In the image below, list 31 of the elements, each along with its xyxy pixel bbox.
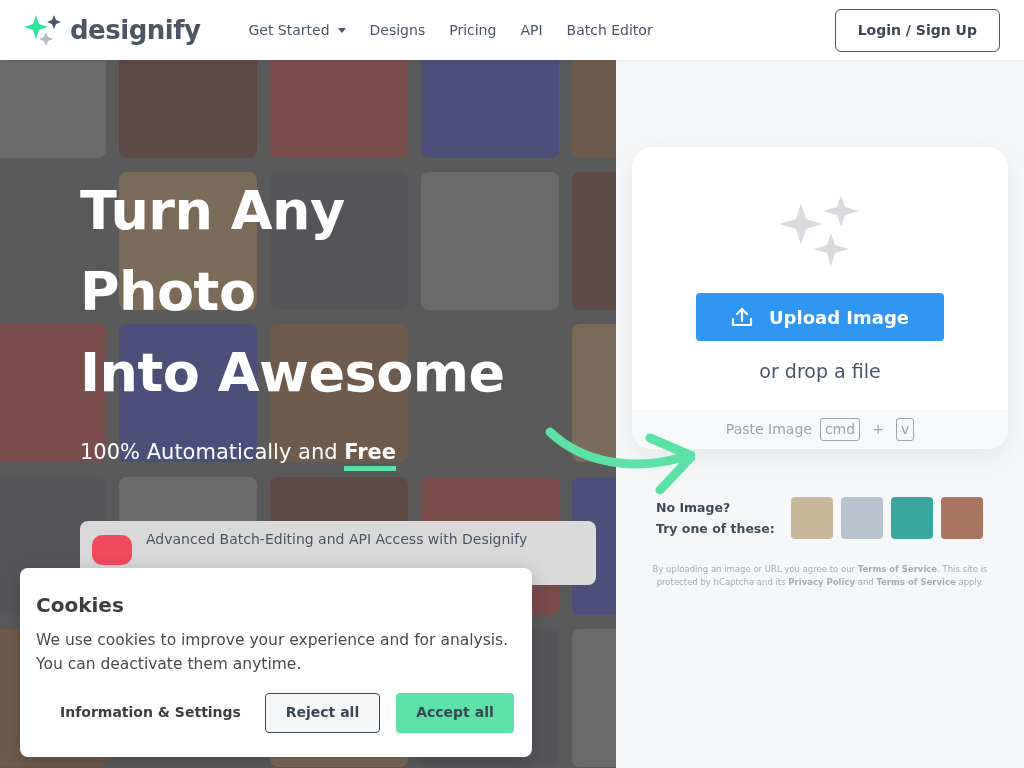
plus-sign: +	[872, 419, 884, 439]
hero-title-line: Turn Any	[80, 178, 346, 244]
logo-wordmark[interactable]: designify	[70, 10, 201, 50]
settings-link[interactable]: Information & Settings	[52, 692, 249, 733]
login-button[interactable]: Login / Sign Up	[834, 8, 1000, 52]
hero-title-line: Photo	[80, 259, 257, 325]
sparkle-logo-icon	[24, 13, 62, 47]
nav-link[interactable]: API	[520, 19, 543, 41]
sample-prompt: No Image? Try one of these:	[656, 498, 775, 538]
nav-link[interactable]: Pricing	[449, 19, 497, 41]
nav-link[interactable]: Get Started	[248, 19, 346, 41]
sample-photo-thumbnail[interactable]	[790, 496, 833, 539]
legal-notice: By uploading an image or URL you agree to our Terms of Service. This site is protected by hCaptcha and its Privacy Policy and Terms of Service apply.	[651, 562, 989, 589]
badge-icon	[92, 534, 132, 565]
upload-icon	[731, 306, 753, 328]
cookie-text: We use cookies to improve your experience and for analysis. You can deactivate them anytime.	[36, 630, 510, 675]
reject-button[interactable]: Reject all	[264, 692, 380, 733]
drop-hint: or drop a file	[759, 359, 881, 384]
hero-subtitle: 100% Automatically and Free	[80, 437, 616, 469]
accept-button[interactable]: Accept all	[395, 692, 514, 733]
nav-link[interactable]: Designs	[369, 19, 426, 41]
sample-photo-thumbnail[interactable]	[840, 496, 883, 539]
paste-label: Paste Image	[725, 419, 812, 439]
sample-photo-thumbnail[interactable]	[890, 496, 933, 539]
hero-title-line: Into Awesome	[80, 340, 506, 406]
key-cap: cmd	[819, 417, 861, 441]
cookie-title: Cookies	[36, 592, 125, 619]
key-cap: v	[895, 417, 915, 441]
nav-link[interactable]: Batch Editor	[566, 19, 653, 41]
banner-text: Advanced Batch-Editing and API Access with Designify	[146, 529, 528, 549]
sample-photo-thumbnail[interactable]	[940, 496, 983, 539]
